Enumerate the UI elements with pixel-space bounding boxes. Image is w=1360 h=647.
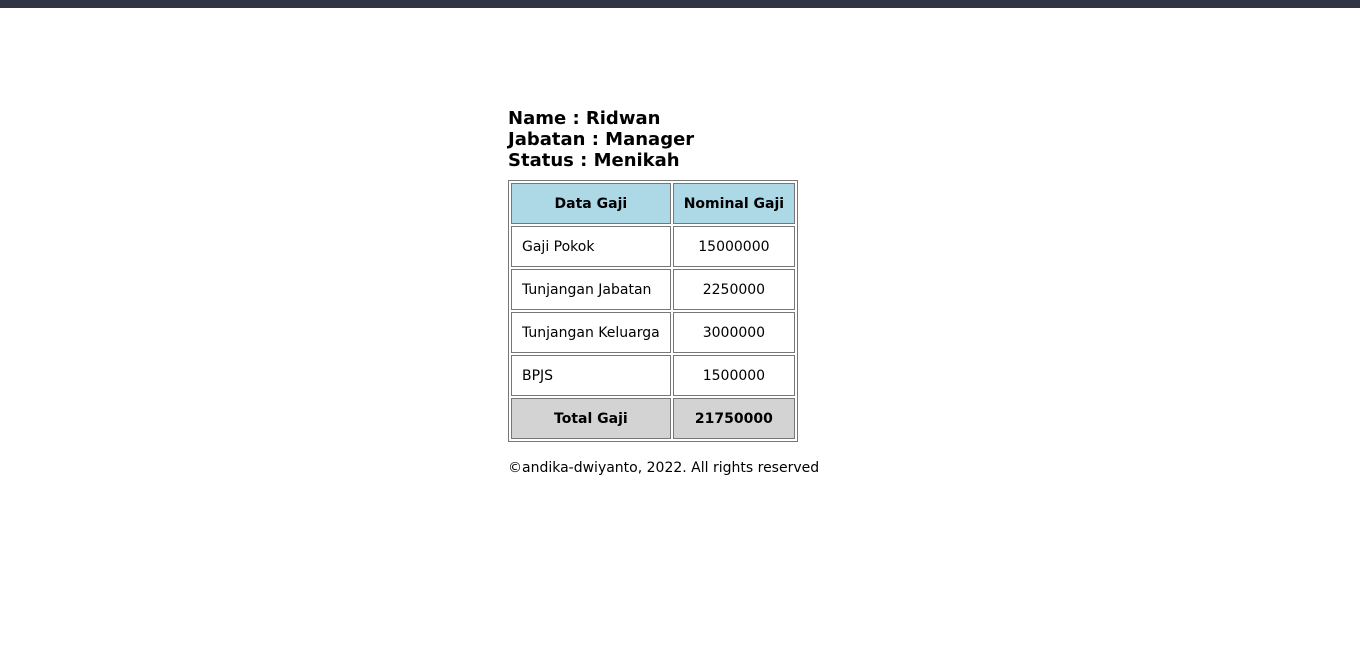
- table-header-row: Data Gaji Nominal Gaji: [511, 183, 796, 224]
- row-value: 3000000: [672, 312, 796, 353]
- table-row: BPJS 1500000: [511, 355, 796, 396]
- employee-name: Name : Ridwan: [508, 108, 661, 129]
- row-label: Tunjangan Keluarga: [511, 312, 671, 353]
- salary-table: Data Gaji Nominal Gaji Gaji Pokok 150000…: [508, 180, 799, 442]
- row-value: 2250000: [672, 269, 796, 310]
- column-header-nominal-gaji: Nominal Gaji: [672, 183, 796, 224]
- row-label: Tunjangan Jabatan: [511, 269, 671, 310]
- total-row: Total Gaji 21750000: [511, 398, 796, 439]
- employee-status: Status : Menikah: [508, 150, 680, 171]
- main-content: Name : Ridwan Jabatan : Manager Status :…: [508, 108, 819, 476]
- row-value: 1500000: [672, 355, 796, 396]
- table-row: Tunjangan Jabatan 2250000: [511, 269, 796, 310]
- total-label: Total Gaji: [511, 398, 671, 439]
- row-label: BPJS: [511, 355, 671, 396]
- footer-copyright: ©andika-dwiyanto, 2022. All rights reser…: [508, 460, 820, 476]
- employee-position: Jabatan : Manager: [508, 129, 695, 150]
- row-value: 15000000: [672, 226, 796, 267]
- row-label: Gaji Pokok: [511, 226, 671, 267]
- table-row: Tunjangan Keluarga 3000000: [511, 312, 796, 353]
- table-row: Gaji Pokok 15000000: [511, 226, 796, 267]
- top-bar: [0, 0, 1360, 8]
- total-value: 21750000: [672, 398, 796, 439]
- column-header-data-gaji: Data Gaji: [511, 183, 671, 224]
